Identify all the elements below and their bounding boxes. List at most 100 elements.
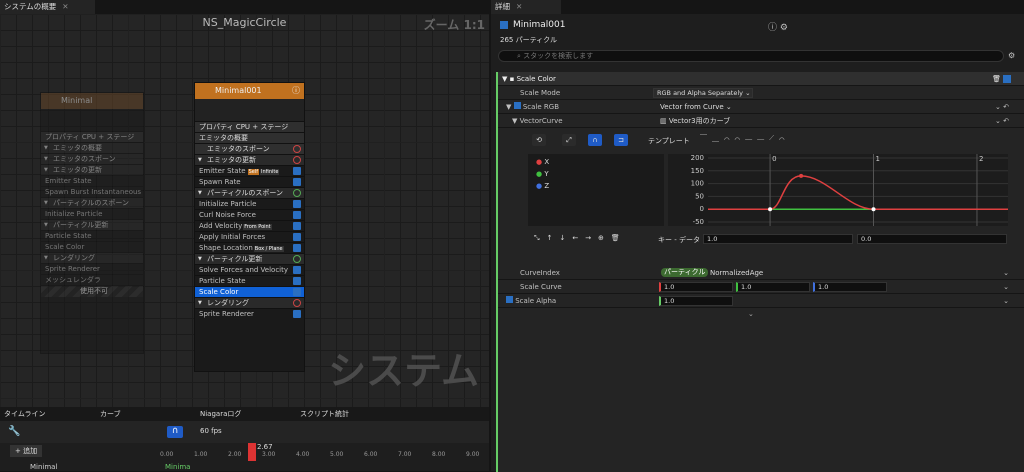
bottom-tab-1[interactable]: カーブ <box>100 409 121 419</box>
scale-curve-x[interactable]: 1.0 <box>659 282 733 292</box>
add-icon[interactable] <box>293 299 301 307</box>
chevron-down-icon[interactable]: ⌄ ↶ <box>995 100 1009 114</box>
chevron-down-icon[interactable]: ⌄ ↶ <box>995 114 1009 128</box>
checkbox[interactable] <box>293 244 301 252</box>
row-10[interactable]: レンダリング <box>41 252 143 263</box>
row-1[interactable]: エミッタのスポーン <box>41 153 143 164</box>
snap-time-icon[interactable]: ⊐ <box>614 134 628 146</box>
row-0[interactable]: エミッタの概要 <box>41 142 143 153</box>
row-9[interactable]: Scale Color <box>41 241 143 252</box>
key-value-input[interactable]: 0.0 <box>857 234 1007 244</box>
scale-curve-y[interactable]: 1.0 <box>736 282 810 292</box>
checkbox[interactable] <box>293 288 301 296</box>
curve-tool-icon[interactable]: ⟲ <box>532 134 546 146</box>
row-11[interactable]: Sprite Renderer <box>41 263 143 274</box>
row-init[interactable]: Initialize Particle <box>195 198 304 209</box>
row-particle-update[interactable]: パーティクル更新 <box>195 253 304 264</box>
row-overview[interactable]: エミッタの概要 <box>195 132 304 143</box>
param-pill[interactable]: パーティクル <box>661 268 709 277</box>
emitter-checkbox[interactable] <box>500 21 508 29</box>
row-pstate[interactable]: Particle State <box>195 275 304 286</box>
scale-alpha-input[interactable]: 1.0 <box>659 296 733 306</box>
frame-icon[interactable]: ⤢ <box>562 134 576 146</box>
row-sprite[interactable]: Sprite Renderer <box>195 308 304 319</box>
chevron-down-icon[interactable]: ⌄ <box>1003 280 1009 294</box>
add-icon[interactable] <box>293 189 301 197</box>
checkbox[interactable] <box>293 211 301 219</box>
row-4[interactable]: Spawn Burst Instantaneous <box>41 186 143 197</box>
bottom-tab-0[interactable]: タイムライン <box>4 409 46 419</box>
tab-overview[interactable]: システムの概要 ✕ <box>0 0 95 14</box>
add-icon[interactable] <box>293 156 301 164</box>
scale-curve-z[interactable]: 1.0 <box>813 282 887 292</box>
tab-detail[interactable]: 詳細 ✕ <box>491 0 561 14</box>
node-tab-row[interactable]: プロパティ CPU + ステージ <box>41 131 143 142</box>
timeline-track[interactable]: + 追加 Minimal Minima 0.00 1.00 2.00 3.00 4.00… <box>0 443 489 471</box>
bottom-tab-3[interactable]: スクリプト統計 <box>300 409 349 419</box>
add-button[interactable]: + 追加 <box>10 445 43 457</box>
row-5[interactable]: パーティクルのスポーン <box>41 197 143 208</box>
row-6[interactable]: Initialize Particle <box>41 208 143 219</box>
checkbox[interactable] <box>293 266 301 274</box>
row-curl[interactable]: Curl Noise Force <box>195 209 304 220</box>
curve-editor[interactable]: ⟲ ⤢ ∩ ⊐ テンプレート ⎺⎽⌒⌒⎼⎼⟋⌒ ● X ● Y ● Z 200 1… <box>528 130 1008 250</box>
chevron-down-icon[interactable]: ⌄ <box>1003 294 1009 308</box>
close-icon[interactable]: ✕ <box>516 2 522 11</box>
row-render[interactable]: レンダリング <box>195 297 304 308</box>
row-forces[interactable]: Apply Initial Forces <box>195 231 304 242</box>
playhead[interactable] <box>248 443 256 461</box>
template-presets[interactable]: ⎺⎽⌒⌒⎼⎼⟋⌒ <box>700 134 790 143</box>
trash-icon[interactable]: 🗑 <box>992 72 1001 86</box>
curve-plot[interactable]: 200 150 100 50 0 -50 0 1 2 <box>668 154 1008 226</box>
row-solve[interactable]: Solve Forces and Velocity <box>195 264 304 275</box>
graph-canvas[interactable]: NS_MagicCircle ズーム 1:1 システム Minimal プロパテ… <box>0 14 489 407</box>
snap-icon[interactable]: ∩ <box>588 134 602 146</box>
row-addvel[interactable]: Add Velocity From Point <box>195 220 304 231</box>
key-tools[interactable]: ⤡↑↓←→⊕🗑 <box>534 234 627 242</box>
checkbox[interactable] <box>293 233 301 241</box>
checkbox[interactable] <box>293 222 301 230</box>
row-emitter-update[interactable]: エミッタの更新 <box>195 154 304 165</box>
channel-y[interactable]: ● Y <box>536 170 656 178</box>
checkbox[interactable] <box>293 200 301 208</box>
emitter-node[interactable]: Minimal001 ⓘ プロパティ CPU + ステージ エミッタの概要 エミッ… <box>194 82 305 372</box>
curve-asset[interactable]: ▥ Vector3用のカーブ <box>660 114 730 128</box>
row-shape[interactable]: Shape Location Box / Plane <box>195 242 304 253</box>
row-12[interactable]: メッシュレンダラ <box>41 274 143 285</box>
row-emitter-state[interactable]: Emitter State Self Infinite <box>195 165 304 176</box>
row-emitter-spawn[interactable]: エミッタのスポーン <box>195 143 304 154</box>
channel-z[interactable]: ● Z <box>536 182 656 190</box>
add-icon[interactable] <box>293 145 301 153</box>
checkbox[interactable] <box>293 310 301 318</box>
emitter-node-disabled[interactable]: Minimal プロパティ CPU + ステージ エミッタの概要エミッタのスポー… <box>40 92 144 354</box>
row-2[interactable]: エミッタの更新 <box>41 164 143 175</box>
checkbox[interactable] <box>293 167 301 175</box>
section-scale-color[interactable]: ▼ ▪ Scale Color 🗑 <box>498 72 1024 86</box>
row-3[interactable]: Emitter State <box>41 175 143 186</box>
close-icon[interactable]: ✕ <box>62 2 68 11</box>
key-time-input[interactable]: 1.0 <box>703 234 853 244</box>
row-7[interactable]: パーティクル更新 <box>41 219 143 230</box>
row-scale-color[interactable]: Scale Color <box>195 286 304 297</box>
row-spawn-rate[interactable]: Spawn Rate <box>195 176 304 187</box>
scale-mode-select[interactable]: RGB and Alpha Separately ⌄ <box>653 88 753 98</box>
fps-select[interactable]: 60 fps <box>200 427 222 435</box>
node-tab-row[interactable]: プロパティ CPU + ステージ <box>195 121 304 132</box>
expand-icon[interactable]: ⌄ <box>748 310 754 318</box>
checkbox[interactable] <box>1003 75 1011 83</box>
row-8[interactable]: Particle State <box>41 230 143 241</box>
settings-icon[interactable]: ⚙ <box>1008 51 1015 60</box>
magnet-icon[interactable]: ∩ <box>167 426 183 438</box>
search-input[interactable]: ⌕ スタックを検索します <box>498 50 1004 62</box>
info-icon[interactable]: ⓘ ⚙ <box>768 20 788 33</box>
vfc-select[interactable]: Vector from Curve ⌄ <box>660 100 732 114</box>
add-icon[interactable] <box>293 255 301 263</box>
bottom-tab-2[interactable]: Niagaraログ <box>200 409 241 419</box>
checkbox[interactable] <box>293 277 301 285</box>
chevron-down-icon[interactable]: ⌄ <box>1003 266 1009 280</box>
channel-x[interactable]: ● X <box>536 158 656 166</box>
wrench-icon[interactable]: 🔧 <box>8 426 20 437</box>
info-icon[interactable]: ⓘ <box>292 83 300 99</box>
row-particle-spawn[interactable]: パーティクルのスポーン <box>195 187 304 198</box>
checkbox[interactable] <box>293 178 301 186</box>
